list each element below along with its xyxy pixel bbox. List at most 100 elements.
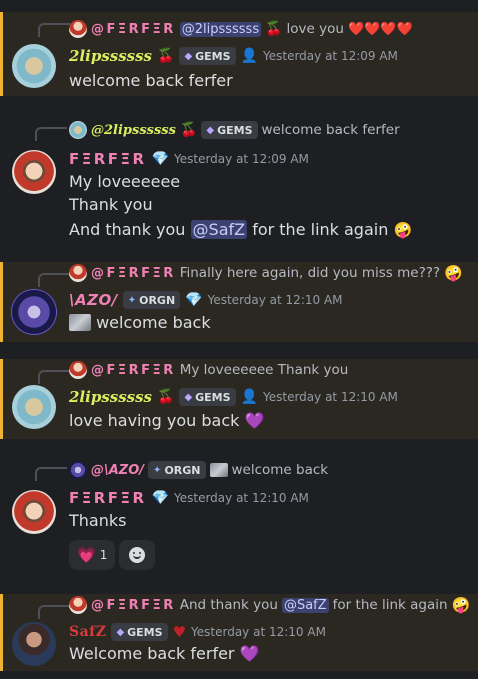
cherry-icon: 🍒 (157, 48, 175, 64)
reply-author[interactable]: @FΞRFΞR (91, 266, 176, 281)
woozy-face-icon: 🤪 (444, 264, 463, 282)
reply-text: love you (286, 21, 344, 37)
message-header: FΞRFΞR 💎 Yesterday at 12:09 AM (69, 147, 309, 171)
role-tag: ◆ GEMS (179, 47, 236, 65)
message-text: Welcome back ferfer 💜 (69, 643, 260, 665)
orgn-tag-icon: ✦ (127, 294, 137, 306)
reply-mention[interactable]: @SafZ (281, 597, 329, 613)
message-item[interactable]: @2lipssssss 🍒 ◆ GEMS welcome back ferfer … (0, 116, 478, 252)
reply-text: welcome back ferfer (261, 122, 400, 138)
author-name[interactable]: \AZO/ (69, 291, 118, 309)
author-name[interactable]: FΞRFΞR (69, 489, 147, 507)
reaction-pink-heart[interactable]: 💗 1 (69, 540, 116, 570)
timestamp: Yesterday at 12:09 AM (174, 152, 309, 166)
reaction-bar: 💗 1 (69, 540, 156, 570)
avatar[interactable] (12, 44, 56, 88)
orgn-tag-icon: ✦ (153, 464, 162, 476)
tag-label: GEMS (195, 49, 231, 63)
message-text: My loveeeeee (69, 172, 181, 191)
message-text-part: welcome back (96, 313, 211, 332)
add-reaction-button[interactable] (119, 540, 156, 570)
reply-preview[interactable]: @FΞRFΞR @2lipssssss 🍒 love you ❤️❤️❤️❤️ (69, 18, 413, 40)
reply-avatar (69, 121, 87, 139)
reply-preview[interactable]: @FΞRFΞR Finally here again, did you miss… (69, 262, 463, 284)
smiley-icon (129, 547, 146, 563)
avatar[interactable] (12, 290, 56, 334)
diamond-tag-icon: ◆ (116, 626, 125, 638)
reply-connector (35, 127, 67, 141)
message-text: welcome back (69, 312, 211, 334)
woozy-face-icon: 🤪 (451, 596, 471, 614)
reply-connector (38, 23, 70, 37)
timestamp: Yesterday at 12:10 AM (207, 293, 343, 307)
chat-window: @FΞRFΞR @2lipssssss 🍒 love you ❤️❤️❤️❤️ … (0, 0, 478, 679)
reply-text: And thank you (179, 597, 278, 613)
tag-label: GEMS (195, 390, 231, 404)
hearts-emoji: ❤️❤️❤️❤️ (347, 21, 413, 37)
reply-connector (35, 467, 67, 481)
reply-avatar (69, 461, 87, 479)
reply-author[interactable]: @FΞRFΞR (91, 22, 176, 37)
cherry-icon: 🍒 (265, 21, 283, 37)
reply-preview[interactable]: @FΞRFΞR My loveeeeee Thank you (69, 359, 348, 381)
role-tag: ◆ GEMS (111, 623, 168, 641)
message-header: \AZO/ ✦ ORGN 💎 Yesterday at 12:10 AM (69, 288, 343, 312)
timestamp: Yesterday at 12:09 AM (263, 49, 398, 63)
tag-label: GEMS (127, 625, 163, 639)
reply-author[interactable]: @2lipssssss (91, 123, 176, 138)
author-name[interactable]: SafZ (69, 624, 106, 640)
message-item[interactable]: @FΞRFΞR My loveeeeee Thank you 2lipsssss… (0, 359, 478, 439)
tag-label: ORGN (164, 463, 201, 477)
avatar[interactable] (12, 150, 56, 194)
reply-preview[interactable]: @\AZO/ ✦ ORGN welcome back (69, 459, 328, 481)
author-name[interactable]: FΞRFΞR (69, 150, 147, 168)
message-text: Thank you (69, 195, 153, 214)
reply-text: My loveeeeee Thank you (179, 362, 349, 378)
message-item[interactable]: @FΞRFΞR And thank you @SafZ for the link… (0, 594, 478, 671)
user-mention[interactable]: @SafZ (190, 220, 248, 239)
message-header: SafZ ◆ GEMS ♥ Yesterday at 12:10 AM (69, 620, 326, 644)
figure-icon: 👤 (240, 389, 258, 405)
message-text-part: And thank you (69, 220, 186, 239)
purple-heart-icon: 💜 (244, 411, 265, 430)
diamond-tag-icon: ◆ (206, 124, 215, 136)
reply-avatar (69, 264, 87, 282)
message-item[interactable]: @FΞRFΞR Finally here again, did you miss… (0, 262, 478, 342)
tag-label: ORGN (139, 293, 176, 307)
reply-avatar (69, 361, 87, 379)
message-text: Thanks (69, 511, 127, 530)
reaction-count: 1 (99, 548, 108, 562)
message-item[interactable]: @\AZO/ ✦ ORGN welcome back FΞRFΞR 💎 Yeste… (0, 456, 478, 582)
reply-text: welcome back (231, 462, 329, 478)
reply-author[interactable]: @FΞRFΞR (91, 363, 176, 378)
message-text-part: for the link again (252, 220, 389, 239)
heart-badge-icon: ♥ (172, 623, 187, 641)
diamond-tag-icon: ◆ (184, 50, 193, 62)
tag-label: GEMS (217, 123, 253, 137)
role-tag: ◆ GEMS (179, 388, 236, 406)
woozy-face-icon: 🤪 (393, 221, 413, 239)
message-header: 2lipssssss 🍒 ◆ GEMS 👤 Yesterday at 12:10 … (69, 385, 398, 409)
figure-icon: 👤 (240, 48, 258, 64)
message-header: FΞRFΞR 💎 Yesterday at 12:10 AM (69, 486, 309, 510)
purple-heart-icon: 💜 (239, 644, 260, 663)
author-name[interactable]: 2lipssssss (69, 388, 152, 406)
avatar[interactable] (12, 622, 56, 666)
reply-preview[interactable]: @2lipssssss 🍒 ◆ GEMS welcome back ferfer (69, 119, 400, 141)
author-name[interactable]: 2lipssssss (69, 47, 152, 65)
reply-author[interactable]: @FΞRFΞR (91, 598, 176, 613)
reply-mention[interactable]: @2lipssssss (179, 21, 262, 37)
message-item[interactable]: @FΞRFΞR @2lipssssss 🍒 love you ❤️❤️❤️❤️ … (0, 12, 478, 96)
role-tag: ✦ ORGN (122, 291, 181, 309)
role-tag: ◆ GEMS (201, 121, 258, 139)
reply-text: Finally here again, did you miss me??? (179, 265, 441, 281)
reply-preview[interactable]: @FΞRFΞR And thank you @SafZ for the link… (69, 594, 470, 616)
gem-icon: 💎 (151, 151, 169, 167)
reply-connector (38, 273, 70, 287)
avatar[interactable] (12, 385, 56, 429)
reply-author[interactable]: @\AZO/ (91, 463, 144, 478)
avatar[interactable] (12, 490, 56, 534)
reply-connector (38, 605, 70, 619)
diamond-tag-icon: ◆ (184, 391, 193, 403)
gem-icon: 💎 (151, 490, 169, 506)
